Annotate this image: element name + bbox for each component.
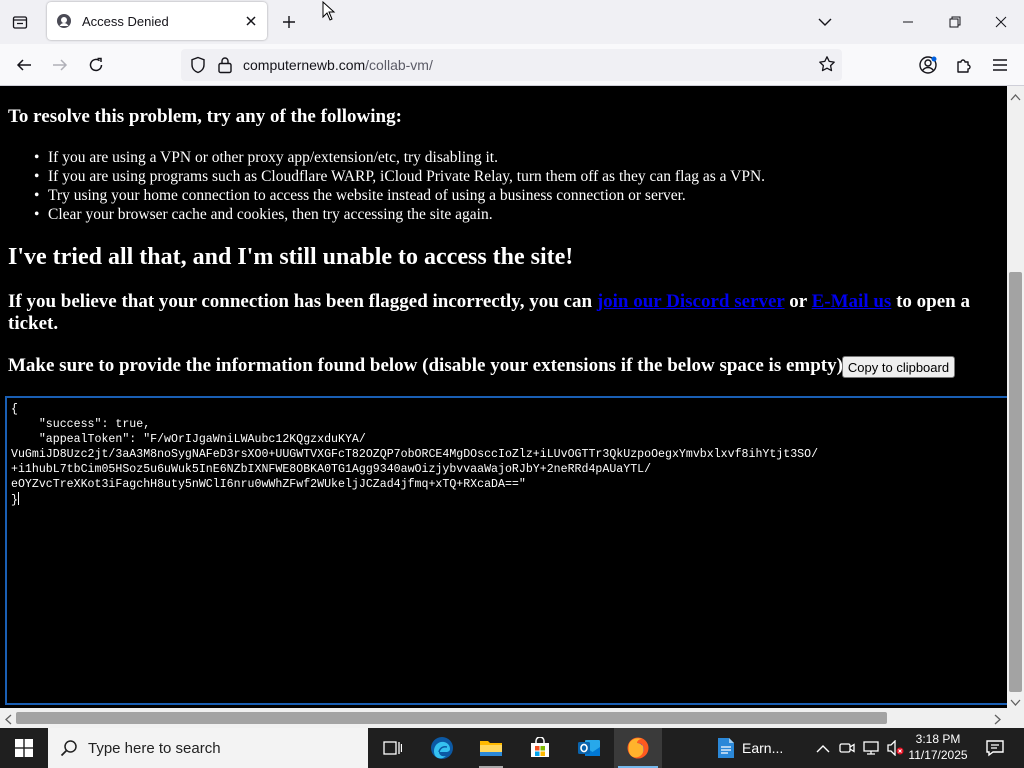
search-placeholder: Type here to search — [88, 739, 221, 757]
account-icon[interactable] — [914, 51, 942, 79]
earn-app-label: Earn... — [742, 740, 784, 756]
navigation-toolbar: computernewb.com/collab-vm/ — [0, 44, 1024, 86]
meet-now-icon[interactable] — [836, 728, 858, 768]
discord-link[interactable]: join our Discord server — [597, 291, 785, 312]
url-domain: computernewb.com — [243, 57, 366, 73]
reload-icon[interactable] — [82, 51, 110, 79]
back-icon[interactable] — [10, 51, 38, 79]
new-tab-icon[interactable] — [277, 10, 301, 34]
close-window-icon[interactable] — [978, 0, 1024, 44]
task-view-icon[interactable] — [368, 728, 416, 768]
shield-icon[interactable] — [189, 56, 207, 79]
search-icon — [60, 740, 77, 757]
tab-title: Access Denied — [82, 13, 169, 29]
taskbar-search-box[interactable]: Type here to search — [48, 728, 368, 768]
windows-start-icon[interactable] — [0, 728, 48, 768]
flag-text-1: If you believe that your connection has … — [8, 291, 597, 312]
chevron-up-icon[interactable] — [812, 728, 834, 768]
favicon-icon — [56, 13, 72, 29]
close-tab-icon[interactable] — [240, 10, 262, 32]
extensions-icon[interactable] — [950, 51, 978, 79]
tab-bar: Access Denied — [0, 0, 1024, 44]
maximize-icon[interactable] — [932, 0, 978, 44]
scroll-up-icon[interactable] — [1010, 88, 1021, 106]
firefox-icon[interactable] — [614, 728, 662, 768]
resolve-heading: To resolve this problem, try any of the … — [8, 106, 402, 127]
network-icon[interactable] — [860, 728, 882, 768]
page-content: To resolve this problem, try any of the … — [0, 86, 1007, 706]
earn-app-button[interactable]: Earn... — [716, 728, 806, 768]
edge-icon[interactable] — [418, 728, 466, 768]
flag-text-2: or — [784, 291, 812, 312]
menu-icon[interactable] — [986, 51, 1014, 79]
clock-date: 11/17/2025 — [908, 748, 968, 762]
vertical-scrollbar[interactable] — [1007, 86, 1024, 708]
copy-to-clipboard-button[interactable]: Copy to clipboard — [842, 356, 955, 378]
info-instructions: Make sure to provide the information fou… — [8, 355, 850, 376]
taskbar: Type here to search Earn... 3:18 PM 11/1… — [0, 728, 1024, 768]
tried-heading: I've tried all that, and I'm still unabl… — [8, 244, 574, 270]
horizontal-scroll-thumb[interactable] — [16, 712, 887, 724]
url-text[interactable]: computernewb.com/collab-vm/ — [243, 57, 433, 73]
appeal-info-textarea[interactable]: { "success": true, "appealToken": "F/wOr… — [5, 396, 1007, 705]
list-item: Try using your home connection to access… — [34, 186, 765, 205]
store-icon[interactable] — [516, 728, 564, 768]
outlook-icon[interactable] — [565, 728, 613, 768]
email-link[interactable]: E-Mail us — [812, 291, 892, 312]
tips-list: If you are using a VPN or other proxy ap… — [34, 148, 765, 224]
horizontal-scrollbar[interactable] — [0, 708, 1024, 728]
mouse-cursor-icon — [322, 0, 336, 26]
appeal-info-text: { "success": true, "appealToken": "F/wOr… — [11, 403, 819, 507]
list-item: Clear your browser cache and cookies, th… — [34, 205, 765, 224]
earn-app-icon — [718, 738, 734, 758]
forward-icon[interactable] — [46, 51, 74, 79]
system-clock[interactable]: 3:18 PM 11/17/2025 — [905, 731, 971, 763]
lock-icon[interactable] — [217, 56, 233, 79]
file-explorer-icon[interactable] — [467, 728, 515, 768]
url-path: /collab-vm/ — [365, 57, 433, 73]
bookmark-star-icon[interactable] — [818, 55, 836, 78]
minimize-icon[interactable] — [885, 0, 931, 44]
clock-time: 3:18 PM — [915, 732, 961, 746]
url-bar[interactable]: computernewb.com/collab-vm/ — [181, 49, 842, 81]
volume-muted-icon[interactable] — [884, 728, 906, 768]
list-item: If you are using programs such as Cloudf… — [34, 167, 765, 186]
list-item: If you are using a VPN or other proxy ap… — [34, 148, 765, 167]
tab-access-denied[interactable]: Access Denied — [47, 2, 267, 40]
text-caret — [17, 492, 19, 505]
vertical-scroll-thumb[interactable] — [1009, 272, 1022, 692]
chevron-down-icon[interactable] — [802, 0, 848, 44]
notifications-icon[interactable] — [978, 728, 1012, 768]
tab-list-icon[interactable] — [8, 10, 32, 34]
flagged-paragraph: If you believe that your connection has … — [8, 291, 998, 335]
